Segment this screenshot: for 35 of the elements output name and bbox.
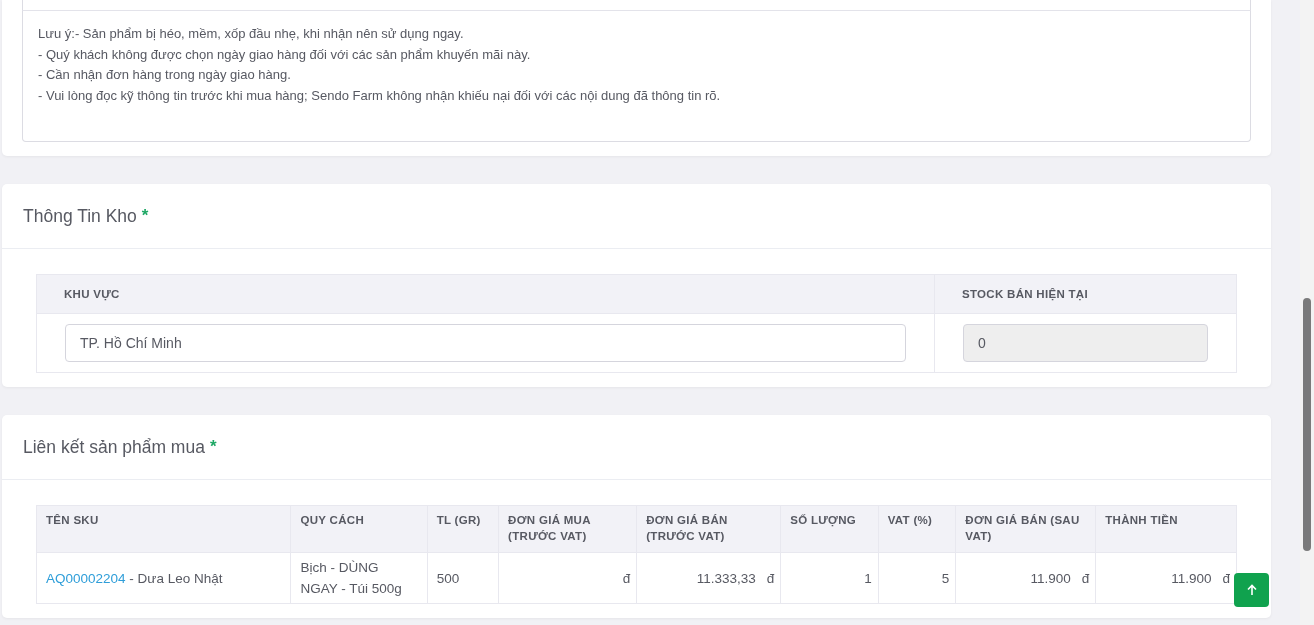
table-cell: 500 — [436, 570, 460, 586]
currency-symbol: đ — [622, 570, 631, 586]
note-line: - Cần nhận đơn hàng trong ngày giao hàng. — [38, 66, 292, 84]
table-cell: Bịch - DÙNG NGAY - Túi 500g — [300, 560, 402, 596]
column-header: TL (GR) — [427, 505, 499, 553]
column-header: KHU VỰC — [36, 274, 935, 314]
note-line: - Quý khách không được chọn ngày giao hàng đối với các sản phẩm khuyến mãi này. — [38, 45, 532, 64]
currency-symbol: đ — [1222, 570, 1230, 586]
currency-symbol: đ — [1081, 570, 1090, 586]
arrow-up-icon — [1245, 584, 1258, 596]
table-cell: 11.900 — [1171, 570, 1212, 586]
sku-name: - Dưa Leo Nhật — [129, 570, 223, 586]
column-header: THÀNH TIỀN — [1095, 505, 1237, 553]
table-cell: 11.900 — [1030, 570, 1071, 586]
column-header: VAT (%) — [878, 505, 956, 553]
table-cell: 11.333,33 — [696, 570, 756, 586]
section-title: Thông Tin Kho — [23, 205, 137, 227]
note-line: Lưu ý:- Sản phẩm bị héo, mềm, xốp đầu nhẹ, khi nhận nên sử dụng ngay. — [38, 25, 465, 43]
column-header: QUY CÁCH — [290, 505, 428, 553]
required-mark: * — [141, 206, 149, 226]
table-cell: 5 — [941, 570, 950, 586]
column-header: ĐƠN GIÁ BÁN (TRƯỚC VAT) — [636, 505, 781, 553]
scrollbar-thumb[interactable] — [1303, 298, 1311, 551]
column-header: TÊN SKU — [36, 505, 291, 553]
required-mark: * — [209, 437, 217, 457]
column-header: ĐƠN GIÁ MUA (TRƯỚC VAT) — [498, 505, 637, 553]
column-header: ĐƠN GIÁ BÁN (SAU VAT) — [955, 505, 1096, 553]
region-field[interactable]: TP. Hồ Chí Minh — [65, 324, 906, 362]
column-header: SỐ LƯỢNG — [780, 505, 879, 553]
currency-symbol: đ — [766, 570, 775, 586]
scroll-top-button[interactable] — [1234, 573, 1269, 607]
section-title: Liên kết sản phẩm mua — [23, 436, 205, 458]
table-cell: 1 — [864, 570, 872, 586]
column-header: STOCK BÁN HIỆN TẠI — [934, 274, 1237, 314]
note-line: - Vui lòng đọc kỹ thông tin trước khi mua hàng; Sendo Farm không nhận khiếu nại đối với các nội dung đã thông tin rõ. — [38, 86, 722, 105]
